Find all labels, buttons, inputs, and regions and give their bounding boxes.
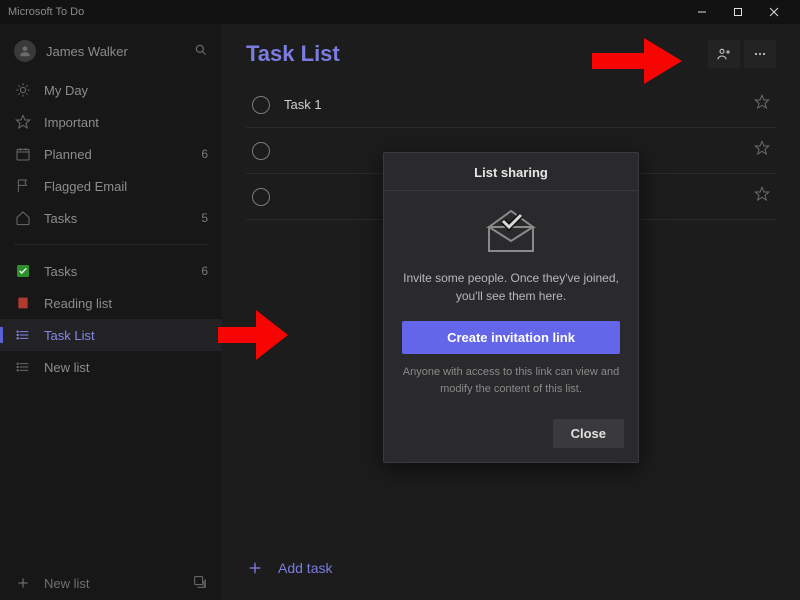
sidebar-item-label: My Day: [44, 83, 208, 98]
sidebar: James Walker My Day Important: [0, 24, 222, 600]
sidebar-item-list-tasks[interactable]: Tasks 6: [0, 255, 222, 287]
main-pane: Task List Task 1: [222, 24, 800, 600]
dialog-body: Invite some people. Once they've joined,…: [384, 191, 638, 409]
dialog-title: List sharing: [384, 153, 638, 191]
add-group-icon[interactable]: [192, 574, 208, 593]
sidebar-item-list-reading[interactable]: Reading list: [0, 287, 222, 319]
dialog-text: Invite some people. Once they've joined,…: [402, 269, 620, 305]
nav-smart: My Day Important Planned 6 Flagged Email: [0, 70, 222, 238]
sidebar-item-label: Tasks: [44, 211, 201, 226]
window-controls: [684, 0, 792, 24]
sidebar-item-label: New list: [44, 360, 208, 375]
sidebar-item-list-tasklist[interactable]: Task List: [0, 319, 222, 351]
close-window-button[interactable]: [756, 0, 792, 24]
share-dialog: List sharing Invite some people. Onc: [383, 152, 639, 463]
titlebar: Microsoft To Do: [0, 0, 800, 24]
sidebar-item-planned[interactable]: Planned 6: [0, 138, 222, 170]
minimize-button[interactable]: [684, 0, 720, 24]
sidebar-item-label: Planned: [44, 147, 201, 162]
sidebar-item-label: Important: [44, 115, 208, 130]
star-icon: [14, 113, 32, 131]
calendar-icon: [14, 145, 32, 163]
sidebar-item-count: 6: [201, 264, 208, 278]
search-icon[interactable]: [194, 43, 208, 60]
dialog-footer: Close: [384, 409, 638, 462]
list-icon: [14, 326, 32, 344]
sidebar-item-label: Task List: [44, 328, 208, 343]
sidebar-item-label: Reading list: [44, 296, 208, 311]
dialog-subtext: Anyone with access to this link can view…: [402, 364, 620, 397]
account-name: James Walker: [46, 44, 194, 59]
nav-lists: Tasks 6 Reading list Task List New list: [0, 251, 222, 387]
home-icon: [14, 209, 32, 227]
avatar: [14, 40, 36, 62]
new-list-row[interactable]: New list: [0, 566, 222, 600]
app-body: James Walker My Day Important: [0, 24, 800, 600]
close-button[interactable]: Close: [553, 419, 624, 448]
book-icon: [14, 294, 32, 312]
list-icon: [14, 358, 32, 376]
sidebar-item-list-newlist[interactable]: New list: [0, 351, 222, 383]
flag-icon: [14, 177, 32, 195]
sidebar-item-count: 5: [201, 211, 208, 225]
sidebar-item-tasks[interactable]: Tasks 5: [0, 202, 222, 234]
sidebar-item-label: Flagged Email: [44, 179, 208, 194]
sidebar-item-label: Tasks: [44, 264, 201, 279]
envelope-icon: [479, 207, 543, 255]
window-title: Microsoft To Do: [8, 6, 684, 18]
sidebar-separator: [14, 244, 208, 245]
sidebar-item-important[interactable]: Important: [0, 106, 222, 138]
plus-icon: [14, 576, 32, 590]
new-list-label: New list: [44, 576, 90, 591]
check-icon: [14, 262, 32, 280]
maximize-button[interactable]: [720, 0, 756, 24]
sun-icon: [14, 81, 32, 99]
sidebar-item-count: 6: [201, 147, 208, 161]
dialog-overlay: List sharing Invite some people. Onc: [222, 24, 800, 600]
sidebar-item-flagged-email[interactable]: Flagged Email: [0, 170, 222, 202]
account-row[interactable]: James Walker: [0, 32, 222, 70]
app-window: Microsoft To Do James Walker My Da: [0, 0, 800, 600]
sidebar-item-my-day[interactable]: My Day: [0, 74, 222, 106]
create-invitation-link-button[interactable]: Create invitation link: [402, 321, 620, 354]
